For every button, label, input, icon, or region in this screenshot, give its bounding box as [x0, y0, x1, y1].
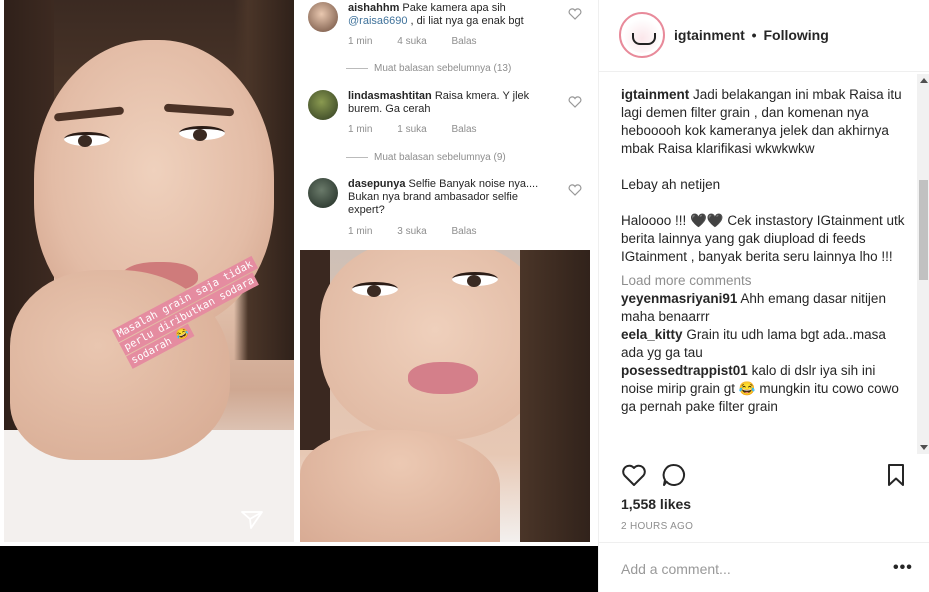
post-timestamp[interactable]: 2 HOURS AGO [621, 521, 693, 532]
comment-username: lindasmashtitan [348, 90, 432, 102]
comment-time: 1 min [348, 124, 373, 135]
view-replies: Muat balasan sebelumnya (9) [346, 152, 506, 163]
comment-mention: @raisa6690 [348, 15, 408, 27]
eye-left [352, 282, 398, 297]
comment-likes: 4 suka [397, 36, 427, 47]
heart-icon [568, 8, 582, 20]
comment-icon[interactable] [661, 462, 687, 488]
add-comment-section: ••• [599, 542, 929, 592]
hair-right [520, 250, 590, 542]
face [320, 250, 550, 440]
comment-body-cont: , di liat nya ga enak bgt [410, 15, 524, 27]
lips [408, 362, 478, 394]
post-image[interactable]: Masalah grain saja tidak perlu diributka… [0, 0, 598, 592]
action-bar [621, 462, 911, 490]
hand [300, 430, 500, 542]
scroll-down-arrow-icon[interactable] [920, 445, 928, 450]
comment-likes: 3 suka [397, 226, 427, 237]
send-icon [241, 511, 263, 529]
comment-meta: 1 min 3 suka Balas [348, 226, 499, 237]
avatar [308, 178, 338, 208]
bookmark-icon[interactable] [883, 462, 909, 488]
header-account: igtainment • Following [674, 27, 829, 43]
comment-body: Pake kamera apa sih [402, 2, 506, 14]
comment: yeyenmasriyani91 Ahh emang dasar nitijen… [621, 290, 911, 326]
profile-logo [624, 17, 660, 53]
comment-text: aishahhm Pake kamera apa sih @raisa6690 … [348, 2, 553, 28]
comment-username: aishahhm [348, 2, 400, 14]
comment-time: 1 min [348, 36, 373, 47]
eyebrow-left [53, 106, 125, 122]
eyebrow-right [163, 103, 235, 117]
header-username[interactable]: igtainment [674, 27, 745, 43]
comments-screenshot: aishahhm Pake kamera apa sih @raisa6690 … [300, 0, 594, 245]
photo-selfie-right [300, 250, 590, 542]
eye-left [64, 132, 110, 147]
scroll-thumb[interactable] [919, 180, 928, 280]
heart-icon[interactable] [621, 462, 647, 488]
more-options-button[interactable]: ••• [893, 559, 913, 577]
likes-count[interactable]: 1,558 likes [621, 496, 691, 512]
comments-scrollbar[interactable] [917, 74, 929, 454]
avatar[interactable] [619, 12, 665, 58]
comment-username: dasepunya [348, 178, 406, 190]
following-button[interactable]: Following [763, 27, 828, 43]
caption: Lebay ah netijen [621, 176, 911, 194]
post-side-panel: igtainment • Following igtainment Jadi b… [598, 0, 929, 592]
comment: eela_kitty Grain itu udh lama bgt ada..m… [621, 326, 911, 362]
eye-right [452, 272, 498, 287]
heart-icon [568, 184, 582, 196]
scroll-up-arrow-icon[interactable] [920, 78, 928, 83]
caption: igtainment Jadi belakangan ini mbak Rais… [621, 86, 911, 158]
add-comment-input[interactable] [621, 561, 881, 577]
comment-username[interactable]: posessedtrappist01 [621, 363, 748, 378]
comment-text: lindasmashtitan Raisa kmera. Y jlek bure… [348, 90, 553, 116]
avatar [308, 90, 338, 120]
comment-text: dasepunya Selfie Banyak noise nya.... Bu… [348, 178, 553, 217]
caption-text: Haloooo !!! 🖤🖤 Cek instastory IGtainment… [621, 213, 905, 264]
avatar [308, 2, 338, 32]
view-replies: Muat balasan sebelumnya (13) [346, 63, 511, 74]
header-separator: • [751, 27, 757, 43]
comment-meta: 1 min 4 suka Balas [348, 36, 499, 47]
load-more-comments-button[interactable]: Load more comments [621, 272, 911, 290]
post-header: igtainment • Following [599, 0, 929, 72]
caption-text: Lebay ah netijen [621, 177, 721, 192]
comment-reply: Balas [451, 226, 477, 237]
caption-username[interactable]: igtainment [621, 87, 689, 102]
image-letterbox [0, 546, 598, 592]
comments-list: igtainment Jadi belakangan ini mbak Rais… [621, 86, 911, 452]
screenshot-comment: lindasmashtitan Raisa kmera. Y jlek bure… [308, 90, 588, 138]
comment: posessedtrappist01 kalo di dslr iya sih … [621, 362, 911, 416]
comment-likes: 1 suka [397, 124, 427, 135]
comment-meta: 1 min 1 suka Balas [348, 124, 499, 135]
comment-reply: Balas [451, 124, 477, 135]
comment-username[interactable]: eela_kitty [621, 327, 683, 342]
comment-username[interactable]: yeyenmasriyani91 [621, 291, 737, 306]
comment-time: 1 min [348, 226, 373, 237]
screenshot-comment: aishahhm Pake kamera apa sih @raisa6690 … [308, 2, 588, 50]
heart-icon [568, 96, 582, 108]
caption: Haloooo !!! 🖤🖤 Cek instastory IGtainment… [621, 212, 911, 266]
photo-selfie-left: Masalah grain saja tidak perlu diributka… [4, 0, 294, 542]
screenshot-comment: dasepunya Selfie Banyak noise nya.... Bu… [308, 178, 588, 240]
comment-reply: Balas [451, 36, 477, 47]
eye-right [179, 126, 225, 141]
